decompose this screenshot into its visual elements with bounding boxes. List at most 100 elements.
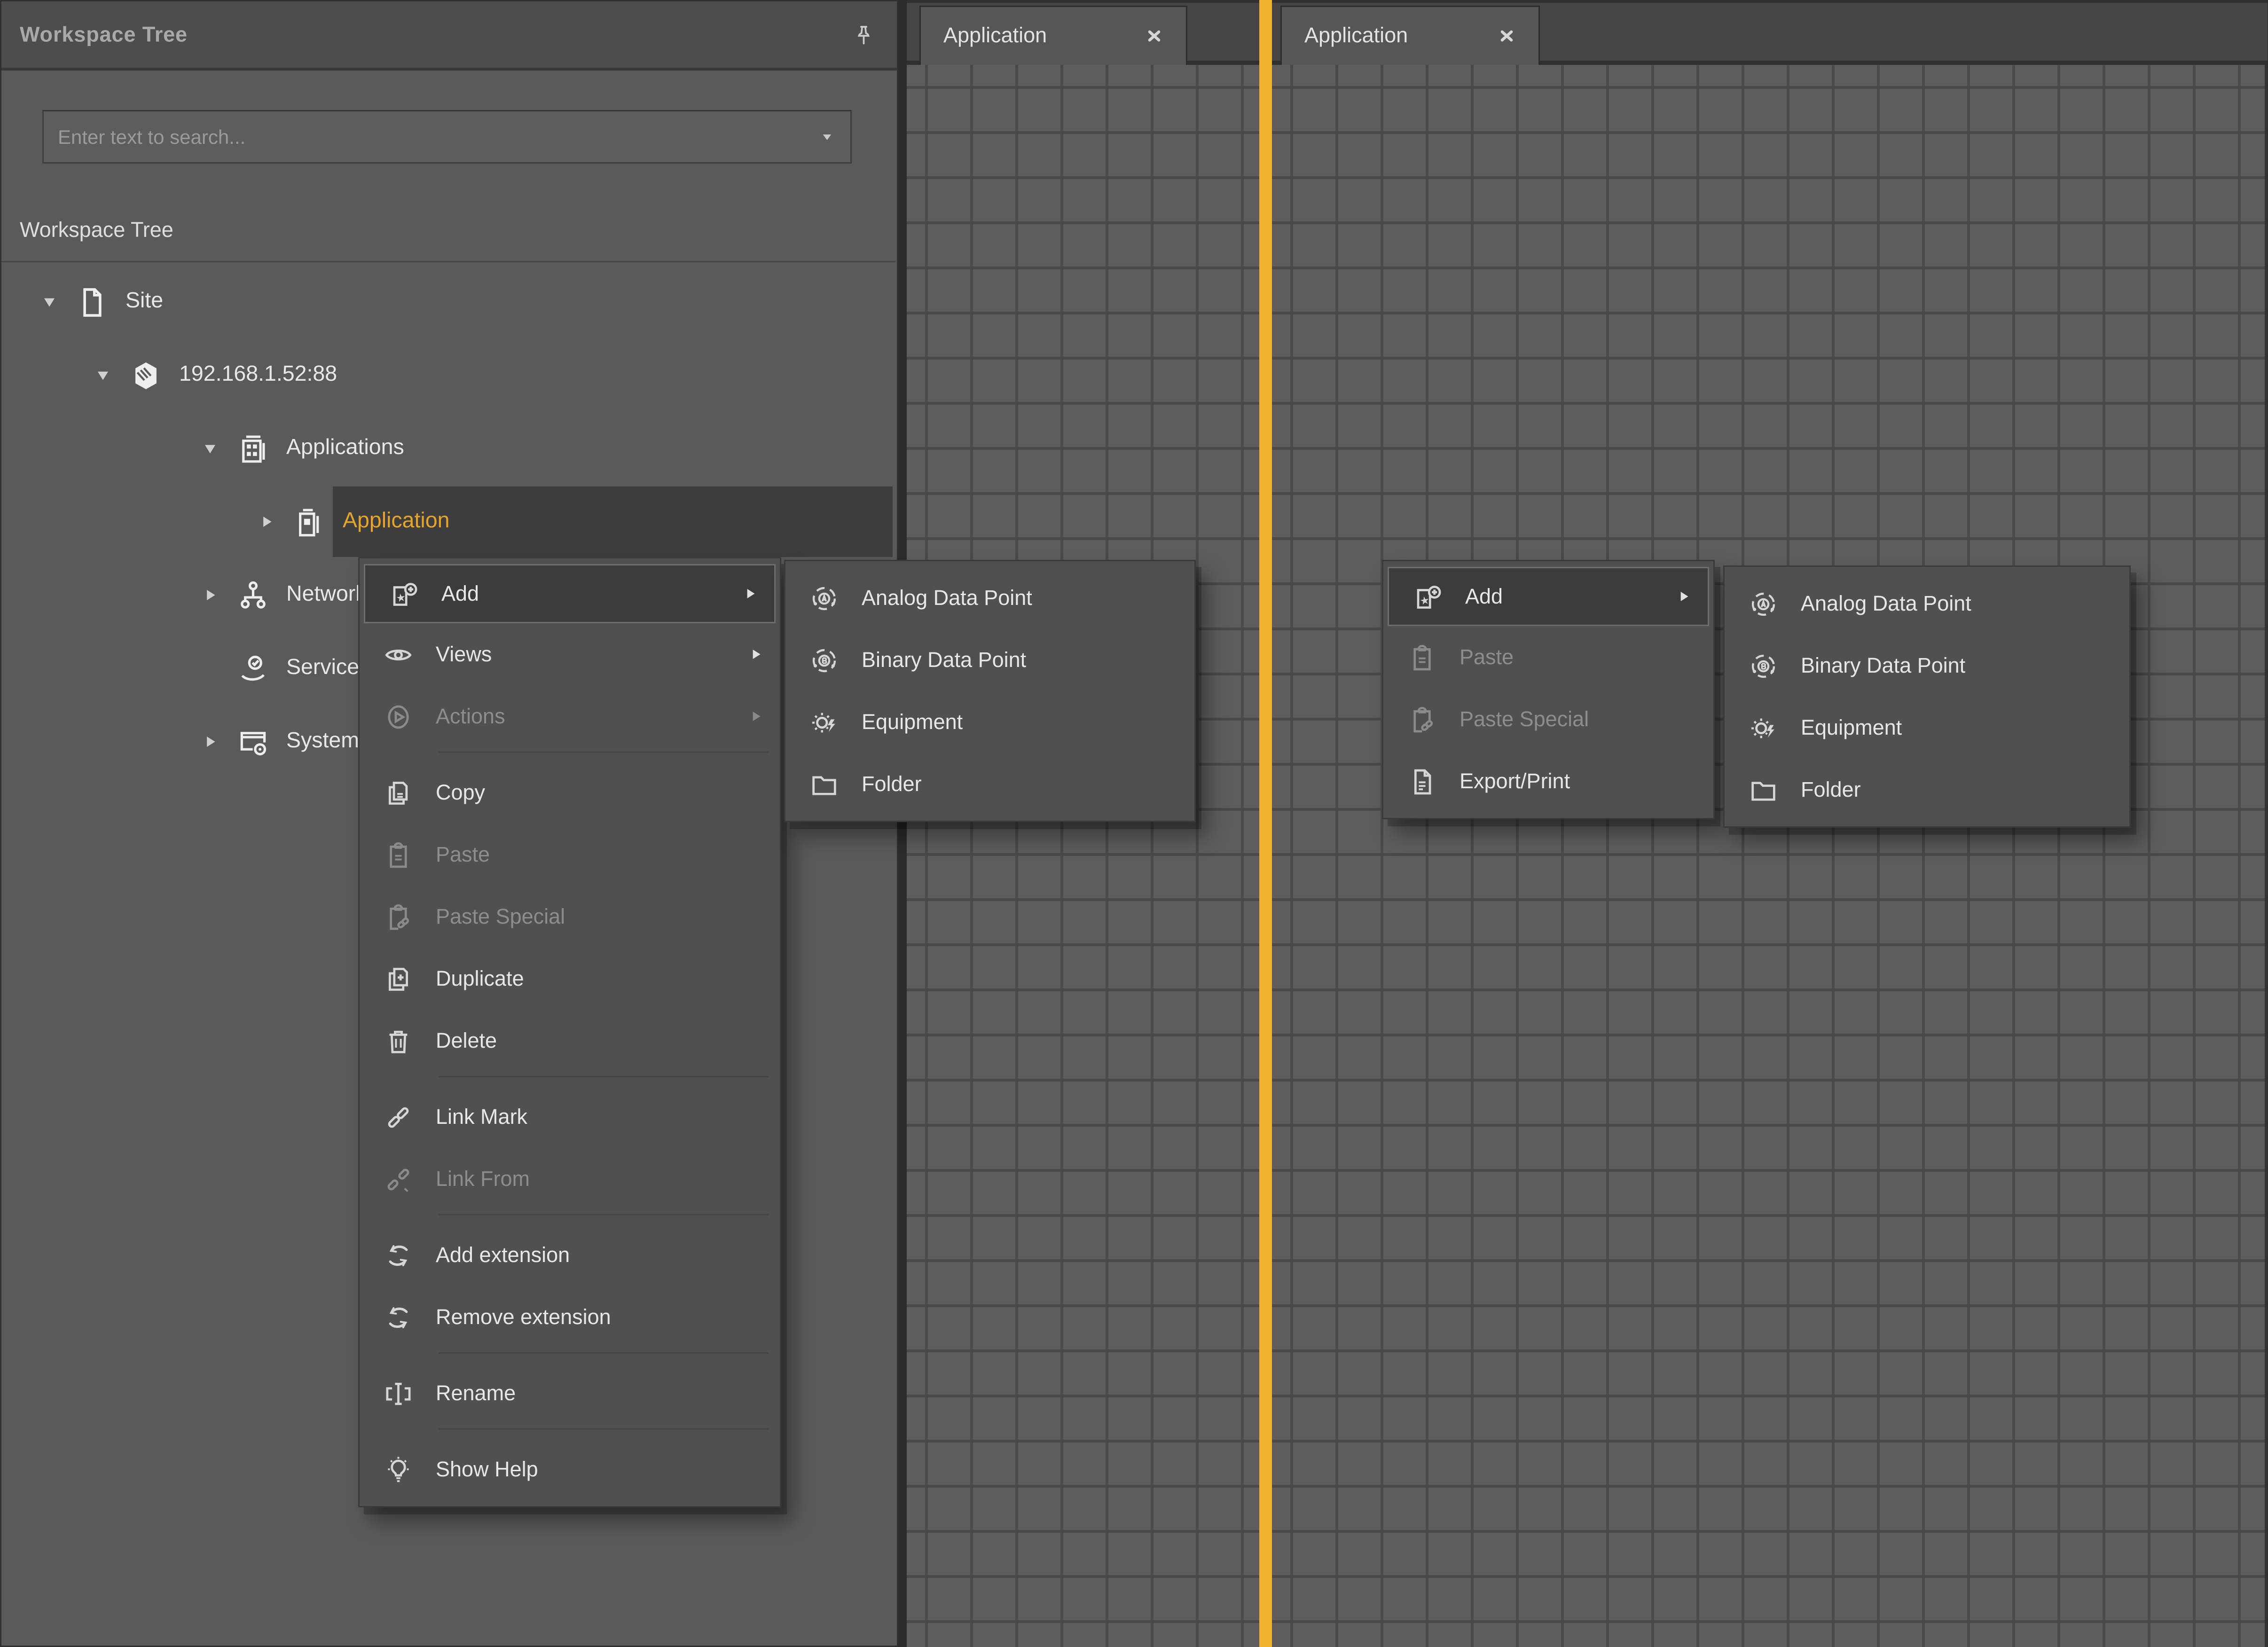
add-submenu: Analog Data Point Binary Data Point Equi… [784,560,1196,822]
binary-data-point-icon [1725,651,1801,681]
show-help-icon [360,1455,436,1484]
menu-item-label: Link Mark [436,1105,527,1129]
menu-item-equipment[interactable]: Equipment [785,691,1194,753]
menu-item-label: Folder [862,772,922,796]
expand-arrow-icon[interactable] [200,439,220,458]
menu-item-export-print[interactable]: Export/Print [1383,750,1713,812]
tree-item-site[interactable]: Site [3,265,895,338]
tree-item-applications[interactable]: Applications [3,412,895,485]
menu-item-label: Binary Data Point [862,648,1026,672]
tab-label: Application [943,24,1047,48]
duplicate-icon [360,964,436,994]
menu-item-label: Paste Special [436,905,565,929]
expand-arrow-icon[interactable] [93,365,113,385]
tree-item-label: Application [340,509,449,534]
menu-item-equipment[interactable]: Equipment [1725,697,2129,759]
menu-item-paste: Paste [1383,626,1713,688]
services-icon [237,652,269,685]
menu-item-copy[interactable]: Copy [360,761,780,824]
menu-item-folder[interactable]: Folder [785,753,1194,815]
menu-item-label: Paste Special [1460,707,1589,731]
folder-icon [1725,775,1801,805]
menu-item-label: Add [441,582,479,606]
dropdown-arrow-icon[interactable] [818,128,836,146]
close-icon[interactable] [1498,27,1516,45]
wire-sheet-canvas-right[interactable] [1272,65,2268,1647]
submenu-arrow-icon [746,706,766,726]
menu-item-actions: Actions [360,685,780,747]
menu-item-label: Rename [436,1381,516,1405]
menu-item-label: Add extension [436,1243,570,1267]
menu-item-duplicate[interactable]: Duplicate [360,948,780,1010]
menu-item-add[interactable]: Add [1388,567,1709,626]
menu-item-link-from: Link From [360,1148,780,1210]
menu-item-analog-data-point[interactable]: Analog Data Point [785,567,1194,629]
menu-item-label: Analog Data Point [1801,592,1971,616]
wire-sheet-canvas-left[interactable] [907,65,1259,1647]
collapse-arrow-icon[interactable] [200,732,220,752]
search-input[interactable] [44,111,850,162]
menu-item-rename[interactable]: Rename [360,1362,780,1424]
tree-item-controller[interactable]: 192.168.1.52:88 [3,338,895,412]
collapse-arrow-icon[interactable] [200,585,220,605]
menu-item-add-extension[interactable]: Add extension [360,1224,780,1286]
paste-special-icon [360,902,436,932]
system-icon [237,726,269,758]
menu-item-binary-data-point[interactable]: Binary Data Point [1725,635,2129,697]
menu-item-link-mark[interactable]: Link Mark [360,1086,780,1148]
menu-item-binary-data-point[interactable]: Binary Data Point [785,629,1194,691]
context-menu: Add Views Actions Copy Paste Paste Speci… [358,557,781,1507]
menu-item-folder[interactable]: Folder [1725,759,2129,821]
menu-separator [439,1214,769,1220]
menu-item-label: Link From [436,1167,530,1191]
menu-item-label: Paste [1460,645,1514,669]
tab-application-right[interactable]: Application [1280,6,1540,65]
menu-item-label: Add [1465,585,1503,609]
tab-application-left[interactable]: Application [919,6,1187,65]
panel-splitter[interactable] [898,0,907,1647]
panel-title-bar: Workspace Tree [1,1,897,71]
menu-item-show-help[interactable]: Show Help [360,1438,780,1500]
tree-item-label: Applications [283,436,404,461]
menu-item-label: Equipment [862,710,963,734]
menu-item-remove-extension[interactable]: Remove extension [360,1286,780,1348]
rename-icon [360,1379,436,1408]
pane-divider[interactable] [1259,0,1272,1647]
close-icon[interactable] [1145,27,1163,45]
binary-data-point-icon [785,645,862,675]
folder-icon [785,769,862,799]
add-extension-icon [360,1240,436,1270]
network-icon [237,579,269,612]
add-submenu-right: Analog Data Point Binary Data Point Equi… [1723,565,2131,828]
application-icon [293,506,326,538]
tree-item-label: Network [283,582,367,608]
expand-arrow-icon[interactable] [39,292,59,312]
menu-item-paste-special: Paste Special [1383,688,1713,750]
paste-icon [1383,643,1460,672]
link-from-icon [360,1164,436,1194]
pin-icon[interactable] [853,24,874,45]
analog-data-point-icon [785,583,862,613]
menu-item-label: Show Help [436,1458,538,1482]
tree-item-label: 192.168.1.52:88 [176,362,337,388]
link-mark-icon [360,1102,436,1132]
menu-item-label: Analog Data Point [862,586,1032,610]
menu-item-label: Equipment [1801,716,1902,740]
collapse-arrow-icon[interactable] [257,512,276,532]
paste-icon [360,840,436,870]
menu-item-add[interactable]: Add [364,564,776,623]
paste-special-icon [1383,705,1460,734]
tree-item-application[interactable]: Application [3,485,895,558]
menu-item-paste-special: Paste Special [360,886,780,948]
equipment-icon [1725,713,1801,743]
submenu-arrow-icon [740,584,760,604]
menu-separator [439,1352,769,1358]
menu-separator [439,752,769,757]
menu-separator [439,1428,769,1434]
menu-item-analog-data-point[interactable]: Analog Data Point [1725,573,2129,635]
actions-icon [360,702,436,731]
submenu-arrow-icon [1674,587,1694,606]
search-box[interactable] [42,110,852,164]
menu-item-delete[interactable]: Delete [360,1010,780,1072]
menu-item-views[interactable]: Views [360,623,780,685]
